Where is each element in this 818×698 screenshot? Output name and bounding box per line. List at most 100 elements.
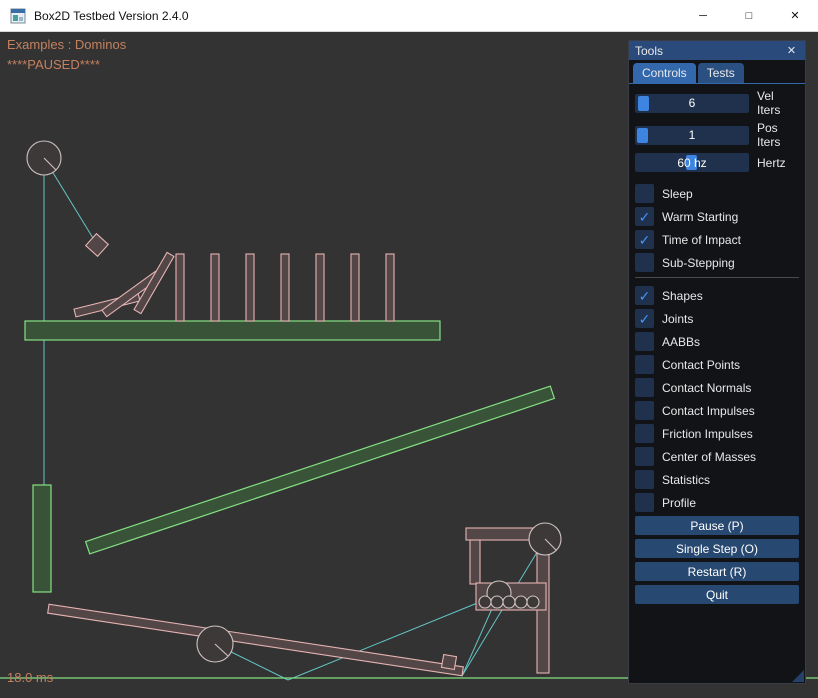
check-row-contact-normals: ✓ Contact Normals [635,378,799,397]
checkbox-label: Profile [662,496,696,510]
resize-grip[interactable] [792,670,804,682]
window-titlebar: Box2D Testbed Version 2.4.0 ─ □ ✕ [0,0,818,32]
checkmark-icon: ✓ [639,289,651,303]
check-row-warm-starting: ✓ Warm Starting [635,207,799,226]
hertz-value: 60 hz [635,153,749,172]
maximize-button[interactable]: □ [726,0,772,31]
pos-iters-value: 1 [635,126,749,145]
pendulum-box [86,234,109,257]
checkbox-label: AABBs [662,335,700,349]
ball [503,596,515,608]
tools-panel: Tools ✕ Controls Tests 6 Vel Iters 1 P [628,40,806,684]
checkbox-label: Sub-Stepping [662,256,735,270]
domino [176,254,184,321]
checkbox-label: Contact Impulses [662,404,755,418]
pos-iters-slider[interactable]: 1 [635,126,749,145]
maximize-icon: □ [746,10,753,22]
frame-time-label: 18.0 ms [7,670,53,685]
vel-iters-label: Vel Iters [757,89,799,117]
frame-left-post [470,540,480,584]
domino [316,254,324,321]
vertical-wall [33,485,51,592]
tilted-plank [48,604,464,676]
vel-iters-row: 6 Vel Iters [635,89,799,117]
checkbox-aabbs[interactable]: ✓ [635,332,654,351]
single-step-button[interactable]: Single Step (O) [635,539,799,558]
check-row-joints: ✓ Joints [635,309,799,328]
separator [635,277,799,278]
check-row-statistics: ✓ Statistics [635,470,799,489]
domino [351,254,359,321]
checkbox-label: Shapes [662,289,703,303]
domino [281,254,289,321]
check-row-aabbs: ✓ AABBs [635,332,799,351]
check-row-friction-impulses: ✓ Friction Impulses [635,424,799,443]
tools-close-icon[interactable]: ✕ [784,44,799,57]
check-row-center-of-masses: ✓ Center of Masses [635,447,799,466]
tab-controls[interactable]: Controls [633,63,696,83]
small-box [441,654,456,669]
minimize-button[interactable]: ─ [680,0,726,31]
checkbox-contact-impulses[interactable]: ✓ [635,401,654,420]
domino [246,254,254,321]
vel-iters-slider[interactable]: 6 [635,94,749,113]
tools-title: Tools [635,44,663,58]
check-row-contact-points: ✓ Contact Points [635,355,799,374]
checkbox-label: Friction Impulses [662,427,753,441]
checkbox-label: Contact Points [662,358,740,372]
tab-tests[interactable]: Tests [698,63,744,83]
close-icon: ✕ [790,9,799,22]
check-row-profile: ✓ Profile [635,493,799,512]
checkmark-icon: ✓ [639,233,651,247]
checkbox-label: Contact Normals [662,381,751,395]
domino [211,254,219,321]
pos-iters-row: 1 Pos Iters [635,121,799,149]
checkbox-sub-stepping[interactable]: ✓ [635,253,654,272]
app-icon [10,8,26,24]
domino-platform [25,321,440,340]
check-row-shapes: ✓ Shapes [635,286,799,305]
window-controls: ─ □ ✕ [680,0,818,31]
checkmark-icon: ✓ [639,210,651,224]
checkbox-warm-starting[interactable]: ✓ [635,207,654,226]
checkbox-friction-impulses[interactable]: ✓ [635,424,654,443]
vel-iters-value: 6 [635,94,749,113]
hertz-row: 60 hz Hertz [635,153,799,172]
checkbox-joints[interactable]: ✓ [635,309,654,328]
pause-button[interactable]: Pause (P) [635,516,799,535]
restart-button[interactable]: Restart (R) [635,562,799,581]
check-row-contact-impulses: ✓ Contact Impulses [635,401,799,420]
check-row-sub-stepping: ✓ Sub-Stepping [635,253,799,272]
checkbox-label: Center of Masses [662,450,756,464]
checkbox-time-of-impact[interactable]: ✓ [635,230,654,249]
tools-titlebar[interactable]: Tools ✕ [629,41,805,60]
ball [527,596,539,608]
checkbox-profile[interactable]: ✓ [635,493,654,512]
checkmark-icon: ✓ [639,312,651,326]
domino [386,254,394,321]
check-row-sleep: ✓ Sleep [635,184,799,203]
paused-label: ****PAUSED**** [7,57,100,72]
quit-button[interactable]: Quit [635,585,799,604]
checkbox-label: Joints [662,312,693,326]
checkbox-label: Warm Starting [662,210,738,224]
example-label: Examples : Dominos [7,37,126,52]
checkbox-shapes[interactable]: ✓ [635,286,654,305]
checkbox-sleep[interactable]: ✓ [635,184,654,203]
checkbox-label: Sleep [662,187,693,201]
checkbox-statistics[interactable]: ✓ [635,470,654,489]
checkbox-contact-points[interactable]: ✓ [635,355,654,374]
close-button[interactable]: ✕ [772,0,818,31]
tools-tabbar: Controls Tests [629,60,805,84]
minimize-icon: ─ [699,10,707,22]
checkbox-label: Statistics [662,473,710,487]
ball [479,596,491,608]
hertz-label: Hertz [757,156,786,170]
window-title: Box2D Testbed Version 2.4.0 [34,9,189,23]
ball [491,596,503,608]
box2d-testbed-window: Examples : Dominos ****PAUSED**** 18.0 m… [0,0,818,698]
hertz-slider[interactable]: 60 hz [635,153,749,172]
checkbox-contact-normals[interactable]: ✓ [635,378,654,397]
checkbox-center-of-masses[interactable]: ✓ [635,447,654,466]
check-row-time-of-impact: ✓ Time of Impact [635,230,799,249]
